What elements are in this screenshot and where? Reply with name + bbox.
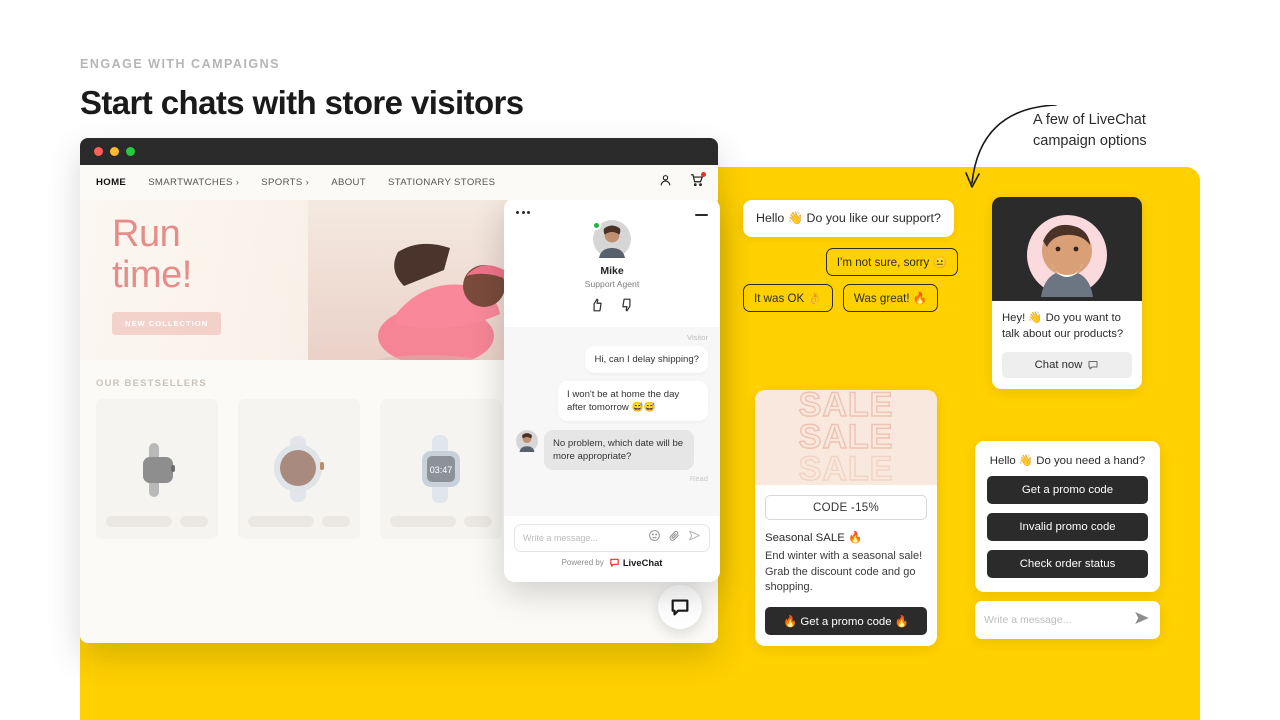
- get-promo-code-button[interactable]: 🔥 Get a promo code 🔥: [765, 606, 927, 635]
- promo-campaign-card: SALE SALE SALE CODE -15% Seasonal SALE 🔥…: [755, 390, 937, 646]
- product-placeholder-price: [464, 516, 492, 527]
- options-campaign-card: Hello 👋 Do you need a hand? Get a promo …: [975, 441, 1160, 592]
- eyebrow-label: ENGAGE WITH CAMPAIGNS: [80, 57, 281, 71]
- product-card[interactable]: [96, 399, 218, 539]
- livechat-logo: LiveChat: [609, 557, 663, 568]
- chat-now-label: Chat now: [1034, 359, 1083, 371]
- powered-by-label: Powered by: [561, 558, 604, 567]
- chat-bubble-icon: [1088, 361, 1098, 370]
- user-icon[interactable]: [659, 174, 672, 192]
- browser-titlebar: [80, 138, 718, 165]
- thumbs-up-icon[interactable]: [590, 298, 604, 315]
- send-icon[interactable]: [1133, 609, 1151, 632]
- online-status-indicator: [592, 221, 601, 230]
- powered-by-footer: Powered by LiveChat: [514, 552, 710, 576]
- cart-icon[interactable]: [690, 172, 706, 192]
- chat-window: Mike Support Agent Visitor Hi, can I del…: [504, 198, 720, 582]
- send-arrow-glyph: [1135, 611, 1149, 624]
- avatar: [592, 220, 631, 258]
- nav-item-home[interactable]: HOME: [96, 177, 126, 188]
- agent-role: Support Agent: [584, 279, 640, 289]
- round-watch-icon: [274, 436, 324, 502]
- nav-item-stationary-stores[interactable]: STATIONARY STORES: [388, 177, 495, 188]
- agent-campaign-card: Hey! 👋 Do you want to talk about our pro…: [992, 197, 1142, 389]
- store-navbar: HOME SMARTWATCHES › SPORTS › ABOUT STATI…: [80, 165, 718, 200]
- agent-name: Mike: [600, 265, 624, 277]
- livechat-bubble-icon: [610, 558, 619, 567]
- product-card[interactable]: [238, 399, 360, 539]
- quick-reply-it-was-ok[interactable]: It was OK 👌: [743, 284, 833, 312]
- quick-reply-row-1: I'm not sure, sorry 😐: [743, 248, 958, 276]
- livechat-brand-name: LiveChat: [622, 557, 663, 568]
- page-root: ENGAGE WITH CAMPAIGNS Start chats with s…: [0, 0, 1280, 720]
- product-placeholder-line: [390, 516, 456, 527]
- message-input[interactable]: Write a message...: [523, 533, 641, 543]
- chat-now-button[interactable]: Chat now: [1002, 352, 1132, 378]
- chat-input-area: Write a message... Powered by LiveChat: [504, 516, 720, 582]
- campaign-message-input[interactable]: Write a message...: [984, 614, 1133, 626]
- product-placeholder-price: [322, 516, 350, 527]
- product-placeholder-line: [106, 516, 172, 527]
- chat-messages: Visitor Hi, can I delay shipping? I won'…: [504, 327, 720, 516]
- agent-portrait-image: [1027, 215, 1107, 297]
- close-window-button[interactable]: [94, 147, 103, 156]
- option-get-promo-code[interactable]: Get a promo code: [987, 476, 1148, 504]
- nav-item-about[interactable]: ABOUT: [331, 177, 366, 188]
- annotation-arrow-icon: [965, 105, 1057, 188]
- chat-window-header: [504, 198, 720, 216]
- more-options-icon[interactable]: [516, 211, 530, 214]
- thumbs-down-icon[interactable]: [620, 298, 634, 315]
- campaign-message-bar[interactable]: Write a message...: [975, 601, 1160, 639]
- maximize-window-button[interactable]: [126, 147, 135, 156]
- chat-message-visitor: Hi, can I delay shipping?: [585, 346, 708, 373]
- paperclip-icon[interactable]: [668, 529, 681, 547]
- nav-item-sports[interactable]: SPORTS ›: [261, 177, 309, 188]
- chat-bubble-icon: [671, 599, 689, 616]
- agent-avatar-image: [516, 430, 538, 452]
- read-receipt: Read: [689, 474, 708, 483]
- sale-word: SALE: [798, 449, 894, 485]
- chat-message-agent: No problem, which date will be more appr…: [544, 430, 694, 470]
- hero-title: Run time!: [112, 214, 192, 296]
- cart-badge: [701, 172, 706, 177]
- nav-item-smartwatches[interactable]: SMARTWATCHES ›: [148, 177, 239, 188]
- hero-title-line-1: Run: [112, 213, 181, 255]
- product-placeholder-price: [180, 516, 208, 527]
- agent-card-body: Hey! 👋 Do you want to talk about our pro…: [992, 301, 1142, 389]
- quick-reply-not-sure[interactable]: I'm not sure, sorry 😐: [825, 248, 958, 276]
- product-card[interactable]: 03:47: [380, 399, 502, 539]
- chat-launcher-button[interactable]: [658, 585, 702, 629]
- agent-card-text: Hey! 👋 Do you want to talk about our pro…: [1002, 312, 1124, 340]
- square-watch-icon: [143, 443, 175, 497]
- minimize-window-button[interactable]: [110, 147, 119, 156]
- promo-body: CODE -15% Seasonal SALE 🔥 End winter wit…: [755, 485, 937, 646]
- product-placeholder-line: [248, 516, 314, 527]
- promo-description: End winter with a seasonal sale! Grab th…: [765, 550, 923, 593]
- kids-watch-icon: 03:47: [422, 435, 460, 503]
- quick-reply-was-great[interactable]: Was great! 🔥: [842, 284, 939, 312]
- quick-replies: I'm not sure, sorry 😐 It was OK 👌 Was gr…: [743, 248, 958, 312]
- greeting-bubble: Hello 👋 Do you like our support?: [743, 200, 954, 237]
- option-check-order-status[interactable]: Check order status: [987, 550, 1148, 578]
- new-collection-button[interactable]: NEW COLLECTION: [112, 312, 222, 335]
- options-greeting: Hello 👋 Do you need a hand?: [989, 455, 1146, 467]
- quick-reply-row-2: It was OK 👌 Was great! 🔥: [743, 284, 958, 312]
- agent-profile: Mike Support Agent: [504, 216, 720, 327]
- watch-time-label: 03:47: [430, 465, 453, 475]
- agent-photo: [992, 197, 1142, 301]
- rating-controls: [504, 298, 720, 315]
- send-icon[interactable]: [688, 529, 701, 547]
- emoji-icon[interactable]: [648, 529, 661, 547]
- chat-message-agent-row: No problem, which date will be more appr…: [516, 430, 708, 470]
- promo-heading: Seasonal SALE 🔥: [765, 532, 863, 544]
- promo-banner-image: SALE SALE SALE: [755, 390, 937, 485]
- option-invalid-promo-code[interactable]: Invalid promo code: [987, 513, 1148, 541]
- visitor-label: Visitor: [687, 333, 708, 342]
- page-title: Start chats with store visitors: [80, 84, 524, 121]
- promo-code-field[interactable]: CODE -15%: [765, 495, 927, 520]
- chat-input-row[interactable]: Write a message...: [514, 524, 710, 552]
- chat-message-visitor: I won't be at home the day after tomorro…: [558, 381, 708, 421]
- hero-title-line-2: time!: [112, 254, 192, 296]
- agent-mini-avatar: [516, 430, 538, 452]
